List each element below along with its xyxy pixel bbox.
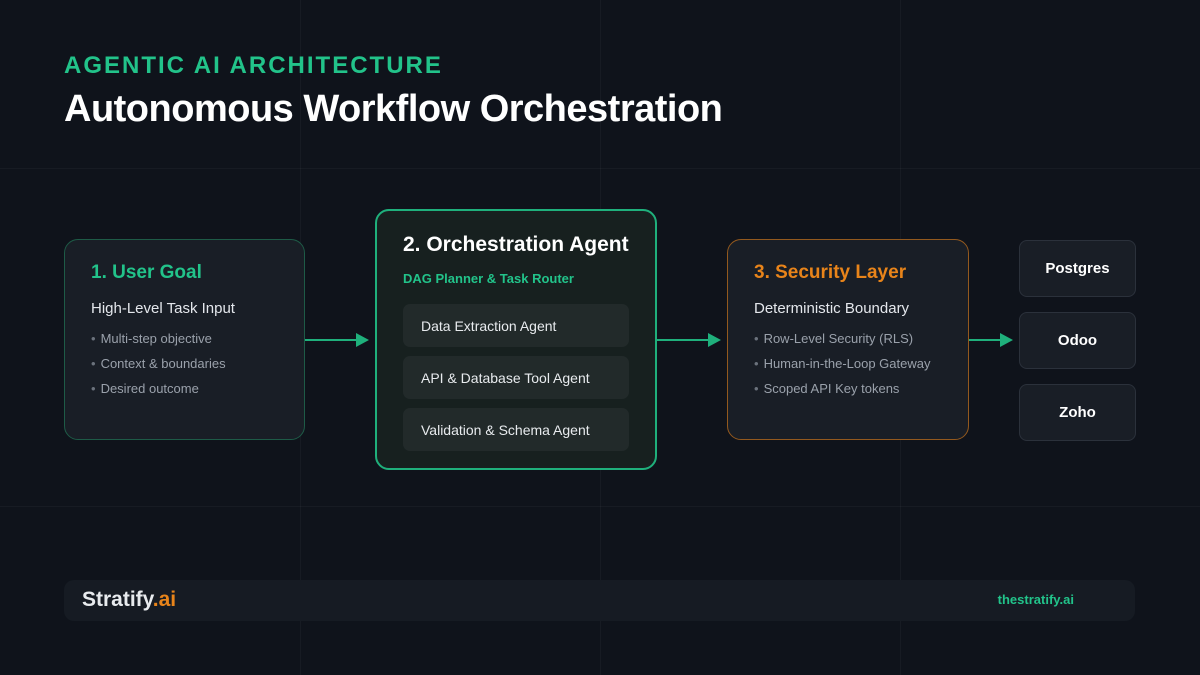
grid-line [0,506,1200,507]
orchestration-title: 2. Orchestration Agent [403,233,629,256]
orchestration-subtitle: DAG Planner & Task Router [403,271,574,286]
target-zoho: Zoho [1019,384,1136,441]
bullet-item: • Scoped API Key tokens [754,381,900,396]
brand-logo: Stratify.ai [82,588,177,611]
user-goal-subtitle: High-Level Task Input [91,300,235,317]
bullet-item: • Human-in-the-Loop Gateway [754,356,931,371]
bullet-item: • Multi-step objective [91,331,212,346]
user-goal-card: 1. User Goal High-Level Task Input • Mult… [64,239,305,440]
arrow-right-icon [657,333,721,347]
agent-box-api-database: API & Database Tool Agent [403,356,629,399]
agent-box-data-extraction: Data Extraction Agent [403,304,629,347]
orchestration-agent-card: 2. Orchestration Agent DAG Planner & Tas… [375,209,657,470]
target-odoo: Odoo [1019,312,1136,369]
agent-box-validation: Validation & Schema Agent [403,408,629,451]
arrow-right-icon [305,333,369,347]
footer-bar: Stratify.ai thestratify.ai [64,580,1135,621]
page-title: Autonomous Workflow Orchestration [64,88,723,130]
website-link[interactable]: thestratify.ai [998,592,1074,607]
user-goal-bullets: • Multi-step objective • Context & boundar… [91,331,278,396]
target-postgres: Postgres [1019,240,1136,297]
security-subtitle: Deterministic Boundary [754,300,910,317]
grid-line [0,168,1200,169]
security-title: 3. Security Layer [754,262,907,283]
bullet-item: • Context & boundaries [91,356,226,371]
user-goal-title: 1. User Goal [91,262,202,283]
security-layer-card: 3. Security Layer Deterministic Boundary… [727,239,969,440]
eyebrow-label: AGENTIC AI ARCHITECTURE [64,52,443,79]
bullet-item: • Desired outcome [91,381,199,396]
bullet-item: • Row-Level Security (RLS) [754,331,914,346]
arrow-right-icon [969,333,1013,347]
security-bullets: • Row-Level Security (RLS) • Human-in-the-… [754,331,942,396]
